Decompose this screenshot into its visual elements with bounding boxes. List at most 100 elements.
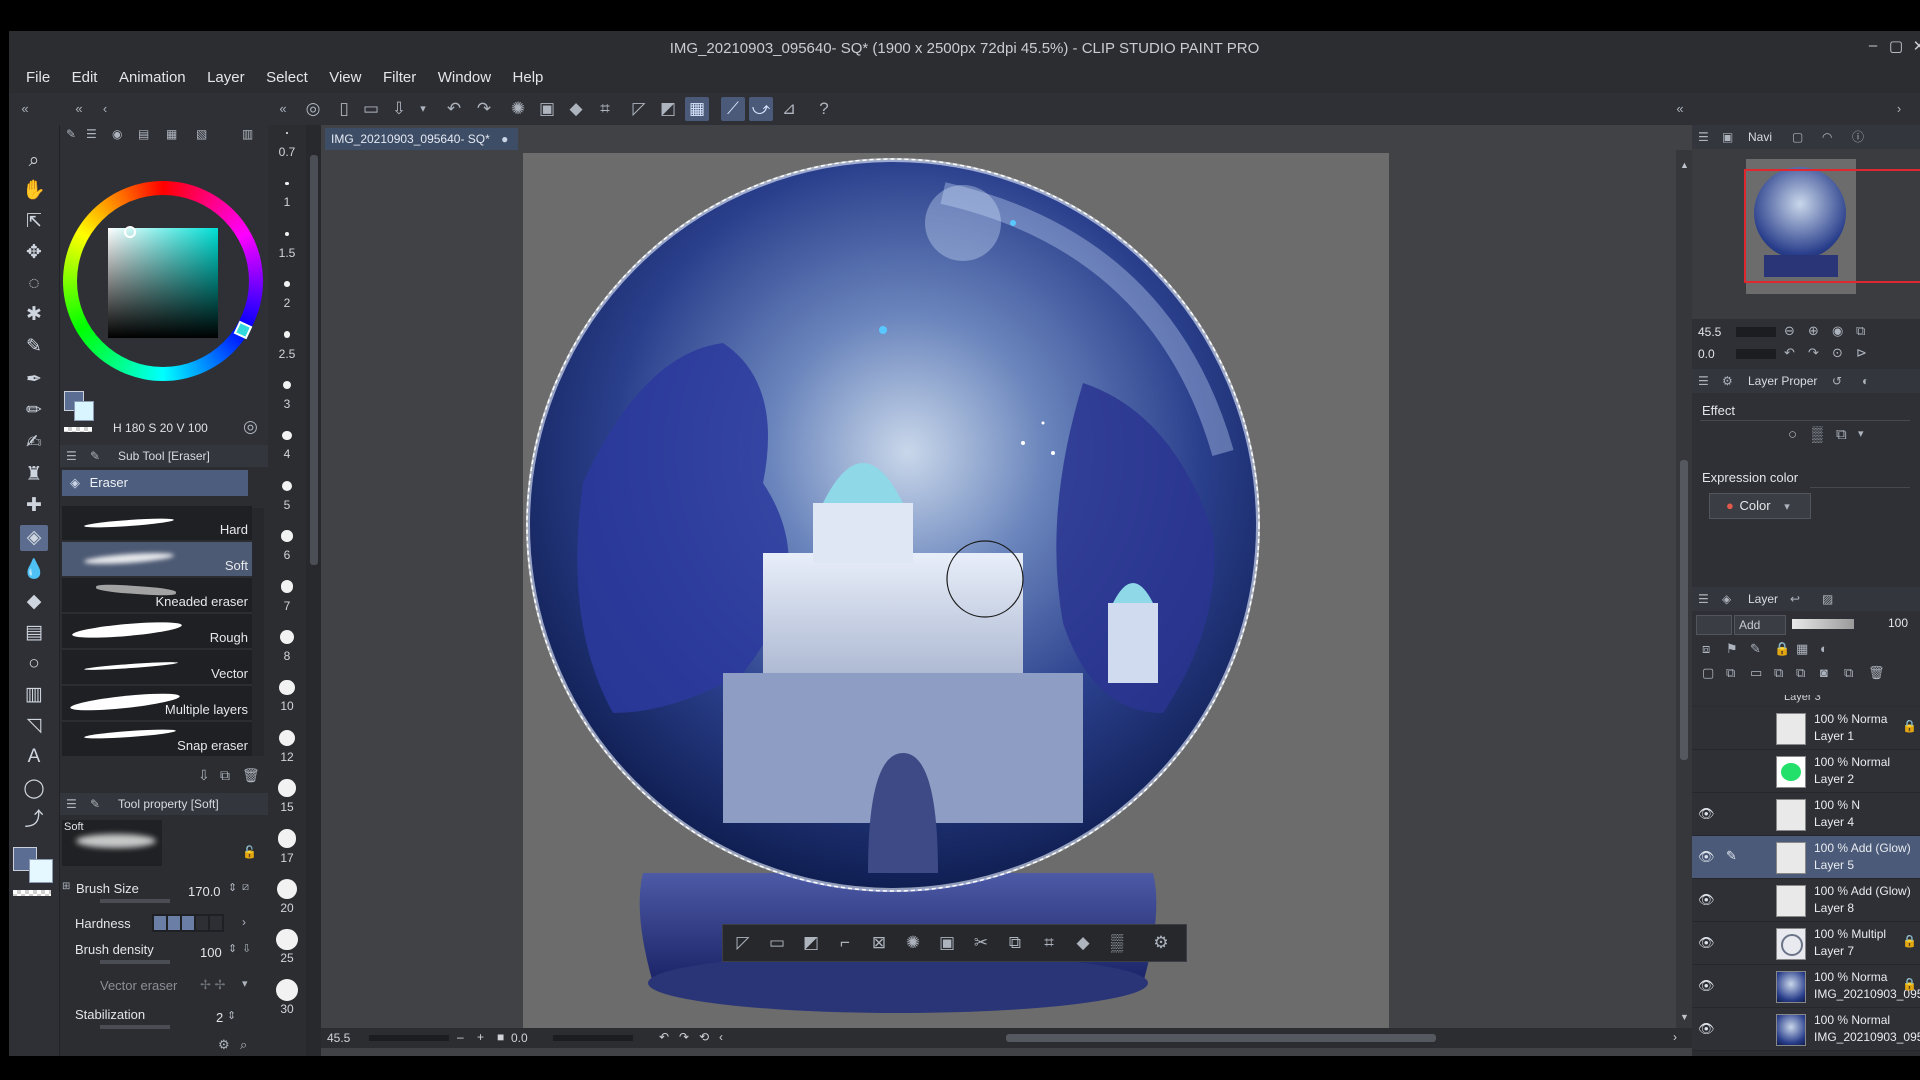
hardness-step[interactable] [196, 916, 208, 930]
lasso-icon[interactable]: ◌ [20, 271, 48, 297]
open-file-icon[interactable]: ▭ [359, 97, 383, 121]
chevron-right-icon[interactable]: › [1887, 97, 1911, 121]
canvas-document[interactable] [523, 153, 1389, 1030]
brush-size-preset-label[interactable]: 4 [268, 447, 306, 461]
opacity-slider[interactable] [1792, 619, 1854, 629]
sub-view-tab-icon[interactable]: ▢ [1792, 125, 1803, 149]
layer-property-tab[interactable]: Layer Proper [1748, 369, 1817, 393]
chevron-down-icon[interactable]: ▾ [242, 977, 248, 990]
cut-icon[interactable]: ✂ [969, 931, 993, 955]
brush-size-preset-dot[interactable] [278, 779, 296, 797]
brush-size-preset-label[interactable]: 6 [268, 548, 306, 562]
brush-size-preset-label[interactable]: 1 [268, 195, 306, 209]
fill-icon[interactable]: ◆ [564, 97, 588, 121]
fill-icon[interactable]: ◆ [1071, 931, 1095, 955]
save-icon[interactable]: ⇩ [387, 97, 411, 121]
menu-help[interactable]: Help [513, 65, 544, 90]
layer-row[interactable]: 👁 ✎ 100 % Add (Glow) Layer 5 [1692, 836, 1920, 879]
flip-horizontal-icon[interactable]: ⊳ [1856, 345, 1867, 361]
chevron-right-icon[interactable]: › [242, 915, 246, 929]
zoom-value[interactable]: 45.5 [327, 1031, 350, 1045]
brush-size-preset-label[interactable]: 15 [268, 800, 306, 814]
collapse-right-icon[interactable]: « [1668, 97, 1692, 121]
layer-visibility-icon[interactable]: 👁 [1698, 978, 1716, 994]
rotate-left-icon[interactable]: ↶ [659, 1030, 669, 1044]
layer-visibility-icon[interactable]: 👁 [1698, 849, 1716, 865]
zoom-in-icon[interactable]: + [477, 1030, 484, 1044]
brush-size-preset-dot[interactable] [284, 231, 290, 236]
menu-window[interactable]: Window [438, 65, 491, 90]
text-icon[interactable]: A [20, 744, 48, 770]
scroll-right-icon[interactable]: › [1673, 1030, 1677, 1044]
snap-special-ruler-icon[interactable]: ⤻ [749, 97, 773, 121]
brush-size-preset-label[interactable]: 17 [268, 851, 306, 865]
navigator-rotation-slider[interactable] [1736, 349, 1776, 359]
navigator-zoom-value[interactable]: 45.5 [1698, 325, 1721, 339]
tone-icon[interactable]: ▒ [1105, 931, 1129, 955]
stabilization-slider[interactable] [100, 1025, 170, 1029]
show-selection-icon[interactable]: ▦ [685, 97, 709, 121]
layer-lock-icon[interactable]: 🔒 [1902, 977, 1917, 991]
balloon-icon[interactable]: ◯ [20, 776, 48, 802]
search-icon[interactable]: ⌕ [240, 1037, 247, 1053]
expand-icon[interactable]: ⊞ [62, 881, 70, 892]
chevron-down-icon[interactable]: ▾ [411, 97, 435, 121]
snap-grid-icon[interactable]: ⊿ [777, 97, 801, 121]
brush-soft[interactable]: Soft [62, 542, 252, 577]
brush-size-preset-label[interactable]: 3 [268, 397, 306, 411]
brush-size-preset-dot[interactable] [284, 281, 290, 287]
copy-paste-icon[interactable]: ⧉ [1003, 931, 1027, 955]
scroll-down-icon[interactable]: ▼ [1680, 1012, 1689, 1022]
menu-filter[interactable]: Filter [383, 65, 416, 90]
layer-row[interactable]: 👁 100 % Norma IMG_20210903_0956 🔒 [1692, 965, 1920, 1008]
delete-brush-icon[interactable]: 🗑 [242, 767, 260, 784]
layer-tab-icon[interactable]: ◈ [1722, 587, 1731, 611]
expression-color-select[interactable]: ● Color ▾ [1709, 493, 1811, 519]
menu-icon[interactable]: ☰ [1698, 369, 1709, 393]
brush-size-preset-label[interactable]: 7 [268, 599, 306, 613]
color-mode-icon[interactable]: ◎ [243, 417, 258, 437]
brush-snap-eraser[interactable]: Snap eraser [62, 722, 252, 757]
stabilization-row[interactable]: Stabilization 2 ⇕ [70, 1004, 258, 1030]
layer-row[interactable]: 100 % Norma Layer 1 🔒 [1692, 707, 1920, 750]
clip-studio-icon[interactable]: ◎ [301, 97, 325, 121]
magic-wand-icon[interactable]: ✱ [20, 302, 48, 328]
zoom-out-icon[interactable]: ⊖ [1784, 323, 1795, 339]
color-wheel-tab-icon[interactable]: ✎ [66, 127, 76, 141]
collapse-left-icon[interactable]: « [13, 97, 37, 121]
layer-lock-icon[interactable]: 🔒 [1902, 934, 1917, 948]
ruler-icon[interactable]: ◹ [20, 713, 48, 739]
layer-visibility-icon[interactable]: 👁 [1698, 1021, 1716, 1037]
new-folder-icon[interactable]: ▭ [1750, 665, 1762, 681]
create-mask-icon[interactable]: ◙ [1820, 665, 1828, 680]
info-tab-icon[interactable]: ⓘ [1852, 125, 1864, 149]
brush-size-preset-label[interactable]: 10 [268, 699, 306, 713]
zoom-tool-icon[interactable]: ⌕ [20, 148, 48, 174]
brush-size-preset-label[interactable]: 2 [268, 296, 306, 310]
intermediate-color-tab-icon[interactable]: ▤ [138, 127, 149, 141]
menu-icon[interactable]: ☰ [1698, 125, 1709, 149]
navigator-view-frame[interactable] [1744, 169, 1920, 283]
color-history-tab-icon[interactable]: ▧ [196, 127, 207, 141]
menu-select[interactable]: Select [266, 65, 308, 90]
wrench-icon[interactable]: ⚙ [218, 1037, 230, 1053]
brush-size-preset-dot[interactable] [283, 331, 291, 338]
scroll-up-icon[interactable]: ▲ [1680, 160, 1689, 170]
minimize-icon[interactable]: – [1862, 37, 1884, 57]
menu-icon[interactable]: ☰ [66, 793, 77, 815]
brush-size-preset-dot[interactable] [279, 679, 295, 695]
menu-icon[interactable]: ☰ [1698, 587, 1709, 611]
layer-visibility-icon[interactable]: 👁 [1698, 892, 1716, 908]
brush-size-preset-label[interactable]: 8 [268, 649, 306, 663]
layer-row[interactable]: 👁 100 % Normal IMG_20210903_0956 [1692, 1008, 1920, 1051]
transparent-color-swatch[interactable] [13, 890, 51, 896]
menu-animation[interactable]: Animation [119, 65, 186, 90]
scroll-left-icon[interactable]: ‹ [719, 1030, 723, 1044]
actual-size-icon[interactable]: ◉ [1832, 323, 1843, 339]
pressure-icon[interactable]: ⇩ [242, 942, 251, 955]
vector-eraser-icon[interactable]: ✢ ✢ [200, 977, 225, 993]
brush-size-preset-dot[interactable] [281, 530, 293, 542]
brush-size-preset-dot[interactable] [281, 480, 293, 491]
sub-tool-group-eraser[interactable]: ◈ Eraser [62, 470, 248, 496]
animation-tab-icon[interactable]: ▨ [1822, 587, 1833, 611]
